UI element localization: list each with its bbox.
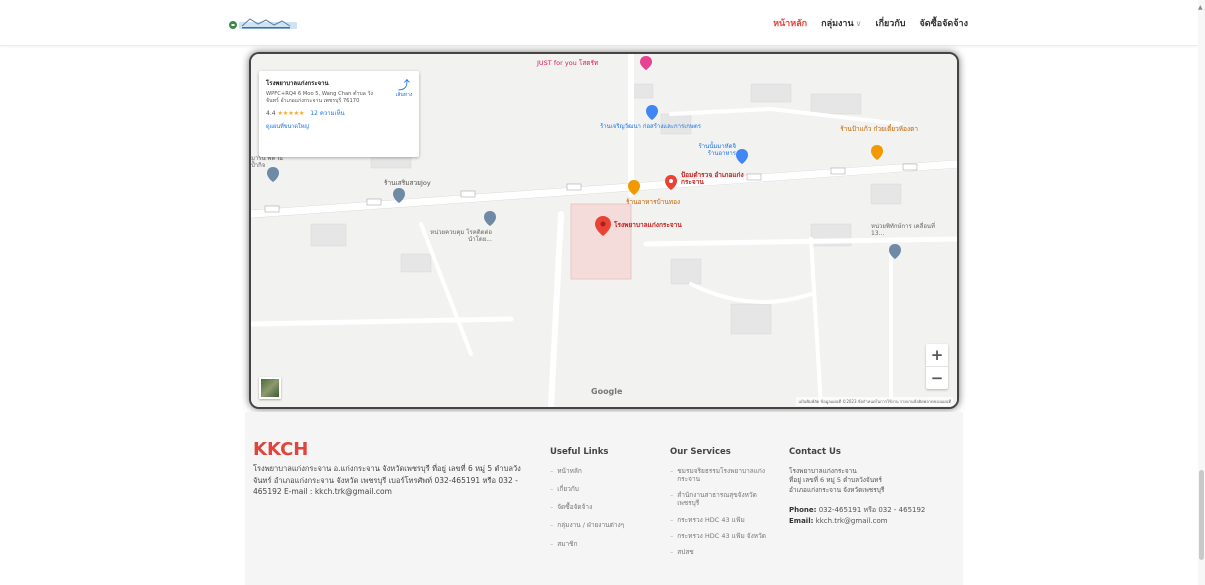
- contact-line: โรงพยาบาลแก่งกระจาน: [789, 467, 857, 475]
- rating-value: 4.4: [266, 109, 276, 117]
- place-info-card: โรงพยาบาลแก่งกระจาน WPFC+RQ4 6 Moo 5, Wa…: [259, 71, 419, 157]
- footer-brand: KKCH: [253, 439, 309, 460]
- place-rating: 4.4 ★★★★★ 12 ความเห็น: [266, 108, 412, 118]
- contact-phone: Phone: 032-465191 หรือ 032 - 465192: [789, 505, 959, 516]
- nav-item-home[interactable]: หน้าหลัก: [773, 16, 807, 30]
- reviews-link[interactable]: 12 ความเห็น: [310, 110, 344, 117]
- service-link[interactable]: – สำนักงานสาธารณสุขจังหวัดเพชรบุรี: [670, 491, 770, 507]
- service-link-label: กระทรวง HDC 43 แฟ้ม: [677, 515, 745, 524]
- service-link[interactable]: – กระทรวง HDC 43 แฟ้ม จังหวัด: [670, 532, 770, 540]
- footer-link[interactable]: – สมาชิก: [550, 540, 624, 548]
- contact-email: Email: kkch.trk@gmail.com: [789, 516, 959, 527]
- footer-link[interactable]: – กลุ่มงาน / ฝ่ายงานต่างๆ: [550, 521, 624, 529]
- footer-link[interactable]: – จัดซื้อจัดจ้าง: [550, 503, 624, 511]
- star-rating-icon: ★★★★★: [277, 109, 305, 117]
- map-label-joy[interactable]: ร้านเสริมสวยJoy: [384, 178, 431, 188]
- directions-label: เส้นทาง: [395, 92, 413, 98]
- place-address: WPFC+RQ4 6 Moo 5, Wang Chan ตำบล วังจันท…: [266, 91, 373, 104]
- site-header: หน้าหลัก กลุ่มงาน ∨ เกี่ยวกับ จัดซื้อจัดจ…: [0, 0, 1198, 46]
- useful-links-title: Useful Links: [550, 447, 609, 457]
- nav-item-about[interactable]: เกี่ยวกับ: [876, 16, 906, 30]
- map-label-police[interactable]: ป้อมตำรวจ อำเภอแก่งกระจาน: [681, 171, 751, 186]
- place-name: โรงพยาบาลแก่งกระจาน: [266, 80, 329, 87]
- footer-link[interactable]: – หน้าหลัก: [550, 467, 624, 475]
- embedded-map[interactable]: JUST for you โสตรัท โรงพยาบาลแก่งกระจาน …: [249, 52, 959, 409]
- service-link-label: สปสช: [677, 547, 694, 556]
- map-label-just: JUST for you โสตรัท: [537, 59, 599, 67]
- map-label-shop-right[interactable]: ร้านป้าแก้ว ก๋วยเตี๋ยวห้องตา: [838, 125, 918, 133]
- service-link-label: ชมรมจริยธรรมโรงพยาบาลแก่งกระจาน: [677, 467, 766, 484]
- main-nav: หน้าหลัก กลุ่มงาน ∨ เกี่ยวกับ จัดซื้อจัดจ…: [773, 16, 968, 30]
- zoom-in-button[interactable]: +: [926, 344, 948, 366]
- page: หน้าหลัก กลุ่มงาน ∨ เกี่ยวกับ จัดซื้อจัดจ…: [0, 0, 1205, 585]
- phone-label: Phone:: [789, 506, 817, 515]
- footer-link[interactable]: – เกี่ยวกับ: [550, 485, 624, 493]
- map-label-hospital[interactable]: โรงพยาบาลแก่งกระจาน: [614, 220, 682, 230]
- google-logo: Google: [591, 387, 623, 396]
- footer-link-label: จัดซื้อจัดจ้าง: [557, 503, 593, 512]
- service-link[interactable]: – ชมรมจริยธรรมโรงพยาบาลแก่งกระจาน: [670, 467, 770, 483]
- site-logo[interactable]: [228, 17, 298, 31]
- phone-value[interactable]: 032-465191 หรือ 032 - 465192: [819, 506, 926, 514]
- scroll-up-arrow-icon[interactable]: ▲: [1198, 4, 1203, 11]
- contact-line: ที่อยู่ เลขที่ 6 หมู่ 5 ตำบลวังจันทร์: [789, 476, 882, 485]
- map-label-top-left[interactable]: มาริน พิต ณ ป้ำกิจ: [251, 155, 291, 169]
- service-link-label: กระทรวง HDC 43 แฟ้ม จังหวัด: [677, 531, 766, 540]
- page-scrollbar[interactable]: ▲: [1198, 0, 1205, 585]
- map-label-unit-left[interactable]: หน่วยควบคุม โรคติดต่อนำโดย...: [427, 229, 492, 243]
- map-label-unit-right[interactable]: หน่วยพิทักษ์การ เคลื่อนที่ 13...: [871, 223, 941, 237]
- directions-icon: ⤴: [397, 78, 410, 92]
- our-services: Our Services – ชมรมจริยธรรมโรงพยาบาลแก่งก…: [670, 447, 770, 564]
- footer-link-label: หน้าหลัก: [557, 467, 582, 475]
- email-value[interactable]: kkch.trk@gmail.com: [816, 517, 888, 525]
- service-link-label: สำนักงานสาธารณสุขจังหวัดเพชรบุรี: [677, 491, 757, 508]
- contact-title: Contact Us: [789, 447, 841, 457]
- service-link[interactable]: – สปสช: [670, 548, 770, 556]
- map-attribution[interactable]: แป้นพิมพ์ลัด ข้อมูลแผนที่ ©2023 ข้อกำหนด…: [796, 397, 953, 406]
- footer-link-label: กลุ่มงาน / ฝ่ายงานต่างๆ: [557, 521, 625, 530]
- contact-us: Contact Us โรงพยาบาลแก่งกระจาน ที่อยู่ เ…: [789, 447, 959, 526]
- zoom-controls: + −: [926, 344, 948, 389]
- larger-map-link[interactable]: ดูแผนที่ขนาดใหญ่: [266, 123, 412, 131]
- email-label: Email:: [789, 516, 814, 525]
- map-label-shop-mid[interactable]: ร้านนั้มมาหัดจิ ร้านอาหาร: [691, 143, 736, 157]
- contact-line: อำเภอแก่งกระจาน จังหวัดเพชรบุรี: [789, 485, 885, 494]
- useful-links: Useful Links – หน้าหลัก – เกี่ยวกับ – จัดซื…: [550, 447, 624, 558]
- map-label-restaurant[interactable]: ร้านอาหารบ้านทอง: [626, 197, 680, 207]
- chevron-down-icon: ∨: [855, 19, 862, 28]
- map-label-shop-center[interactable]: ร้านเจริญวัฒนา ก่อสร้างและการเกษตร: [591, 123, 701, 131]
- footer-link-label: เกี่ยวกับ: [557, 485, 579, 494]
- service-link[interactable]: – กระทรวง HDC 43 แฟ้ม: [670, 516, 770, 524]
- nav-item-groups[interactable]: กลุ่มงาน ∨: [821, 16, 861, 30]
- nav-item-groups-label: กลุ่มงาน: [821, 19, 854, 29]
- footer-link-label: สมาชิก: [557, 539, 578, 548]
- satellite-toggle[interactable]: [259, 377, 281, 399]
- scrollbar-thumb[interactable]: [1199, 470, 1204, 560]
- nav-item-procurement[interactable]: จัดซื้อจัดจ้าง: [920, 16, 968, 30]
- services-title: Our Services: [670, 447, 731, 457]
- zoom-out-button[interactable]: −: [926, 367, 948, 389]
- directions-button[interactable]: ⤴ เส้นทาง: [389, 79, 419, 99]
- footer-about: โรงพยาบาลแก่งกระจาน อ.แก่งกระจาน จังหวัด…: [253, 464, 521, 497]
- site-footer: KKCH โรงพยาบาลแก่งกระจาน อ.แก่งกระจาน จั…: [245, 412, 963, 585]
